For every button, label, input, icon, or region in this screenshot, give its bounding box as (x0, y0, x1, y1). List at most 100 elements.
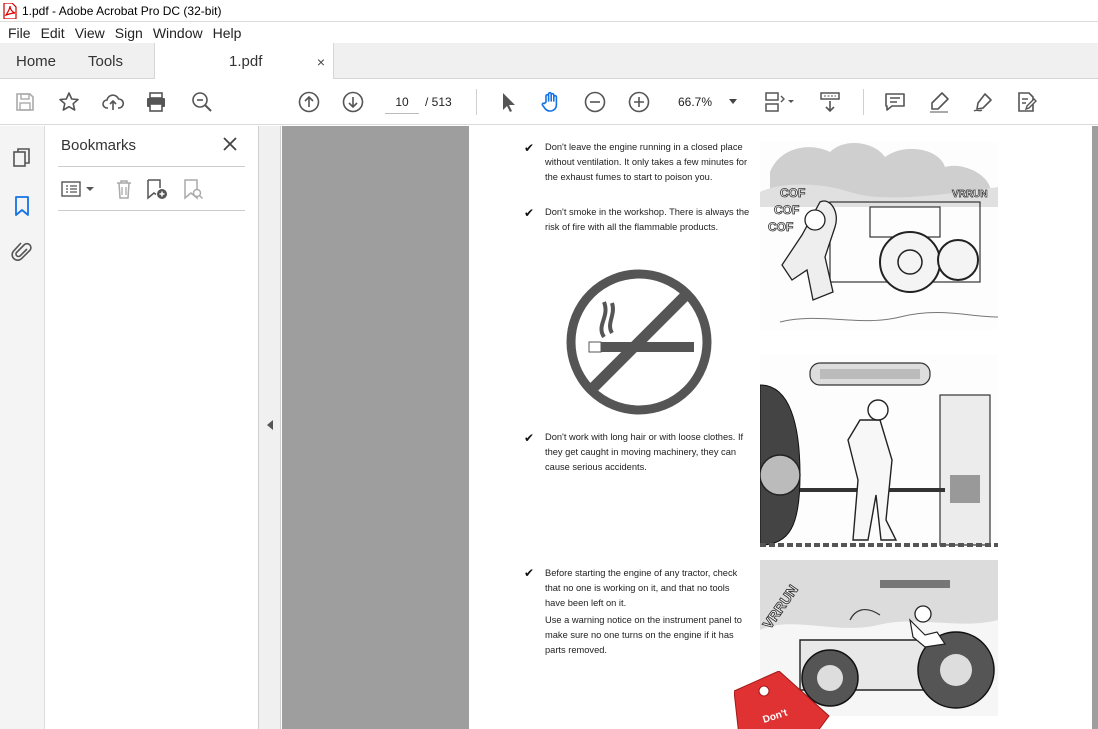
close-icon (223, 137, 237, 151)
minus-circle-icon (584, 91, 606, 113)
zoom-level-dropdown[interactable]: 66.7% (671, 90, 741, 114)
highlight-button[interactable] (926, 89, 952, 115)
save-icon (16, 93, 34, 111)
print-button[interactable] (143, 89, 169, 115)
cursor-arrow-icon (503, 93, 515, 112)
close-panel-button[interactable] (221, 135, 239, 153)
safety-text-warning-notice: Use a warning notice on the instrument p… (545, 615, 742, 655)
toolbar-divider (863, 89, 864, 115)
star-icon (59, 92, 79, 111)
cough-text: COF (768, 220, 793, 234)
list-options-icon (61, 181, 94, 197)
menu-sign[interactable]: Sign (115, 25, 143, 41)
scroll-down-icon (820, 92, 840, 113)
plus-circle-icon (628, 91, 650, 113)
new-bookmark-button[interactable] (144, 176, 170, 202)
panel-divider (58, 166, 245, 167)
tab-home-label: Home (16, 52, 57, 70)
bookmarks-title: Bookmarks (61, 137, 137, 154)
collapse-arrow-icon[interactable] (267, 420, 273, 430)
toolbar-divider (476, 89, 477, 115)
bookmark-options-button[interactable] (59, 176, 99, 202)
menu-help[interactable]: Help (213, 25, 242, 41)
navigation-rail (0, 126, 45, 729)
document-canvas-edge (1092, 126, 1098, 729)
check-icon: ✔ (524, 206, 535, 220)
tab-document[interactable]: 1.pdf × (154, 43, 334, 80)
arrow-up-circle-icon (298, 91, 320, 113)
tab-home[interactable]: Home (16, 43, 56, 79)
safety-text-check-tractor: Before starting the engine of any tracto… (545, 568, 738, 608)
menu-file[interactable]: File (8, 25, 31, 41)
delete-bookmark-button[interactable] (112, 176, 136, 202)
tab-document-label: 1.pdf (229, 53, 263, 70)
page-number-input[interactable] (385, 90, 419, 114)
trash-icon (117, 180, 131, 199)
menu-edit[interactable]: Edit (41, 25, 65, 41)
safety-text-exhaust: Don't leave the engine running in a clos… (545, 142, 748, 182)
check-icon: ✔ (524, 566, 535, 580)
cough-text: COF (774, 203, 799, 217)
check-icon: ✔ (524, 431, 535, 445)
bookmark-star-button[interactable] (56, 89, 82, 115)
acrobat-pdf-icon (3, 1, 17, 20)
tab-tools-label: Tools (88, 52, 124, 70)
page-display-button[interactable] (763, 89, 799, 115)
sign-button[interactable] (970, 89, 996, 115)
zoom-in-button[interactable] (626, 89, 652, 115)
bookmark-properties-button[interactable] (180, 176, 206, 202)
previous-page-button[interactable] (296, 89, 322, 115)
zoom-out-button[interactable] (582, 89, 608, 115)
highlighter-icon (930, 92, 949, 113)
fill-sign-button[interactable] (1013, 89, 1039, 115)
page-total: / 513 (425, 95, 452, 109)
cloud-upload-icon (102, 94, 125, 110)
bookmarks-panel-icon[interactable] (10, 194, 34, 218)
scroll-mode-button[interactable] (817, 89, 843, 115)
attachments-icon[interactable] (10, 240, 34, 264)
safety-text-loose-clothes: Don't work with long hair or with loose … (545, 432, 744, 472)
title-bar: 1.pdf - Adobe Acrobat Pro DC (32-bit) (0, 0, 1098, 22)
panel-divider (58, 210, 245, 211)
hand-tool-button[interactable] (538, 89, 564, 115)
document-canvas-background (282, 126, 469, 729)
cough-text: COF (780, 186, 805, 200)
find-zoom-button[interactable] (189, 89, 215, 115)
comment-icon (885, 93, 905, 111)
next-page-button[interactable] (340, 89, 366, 115)
main-toolbar: / 513 66.7% (0, 79, 1098, 125)
arrow-down-circle-icon (342, 91, 364, 113)
menu-window[interactable]: Window (153, 25, 203, 41)
window-title: 1.pdf - Adobe Acrobat Pro DC (32-bit) (22, 3, 222, 18)
hand-icon (541, 91, 558, 112)
bookmark-search-icon (184, 179, 204, 200)
menu-bar: File Edit View Sign Window Help (0, 22, 1098, 43)
printer-icon (147, 92, 165, 112)
no-smoking-sign-illustration (566, 269, 712, 415)
check-icon: ✔ (524, 141, 535, 155)
upload-cloud-button[interactable] (100, 89, 126, 115)
magnifier-zoom-icon (192, 92, 212, 112)
dont-warning-tag: Don't (734, 671, 830, 729)
tab-tools[interactable]: Tools (88, 43, 123, 79)
tab-close-button[interactable]: × (317, 54, 325, 70)
menu-view[interactable]: View (75, 25, 105, 41)
comment-button[interactable] (882, 89, 908, 115)
pen-sign-icon (973, 93, 992, 112)
chevron-down-icon (729, 99, 737, 104)
bookmarks-panel: Bookmarks (45, 126, 259, 729)
page-thumbnails-icon[interactable] (10, 146, 34, 170)
zoom-level-value: 66.7% (678, 95, 713, 109)
engine-sound-text: VRRUN (952, 189, 988, 200)
tab-bar: Home Tools 1.pdf × (0, 43, 1098, 80)
select-tool-button[interactable] (495, 89, 521, 115)
long-hair-machinery-illustration (760, 355, 998, 551)
edit-document-icon (1018, 92, 1037, 112)
save-button[interactable] (12, 89, 38, 115)
page-fit-icon (765, 92, 794, 112)
exhaust-fumes-illustration: COF COF COF VRRUN (760, 142, 998, 330)
pdf-page: ✔ Don't leave the engine running in a cl… (469, 126, 1092, 729)
add-bookmark-icon (147, 179, 167, 200)
safety-text-smoking: Don't smoke in the workshop. There is al… (545, 207, 750, 232)
panel-splitter[interactable] (259, 126, 281, 729)
